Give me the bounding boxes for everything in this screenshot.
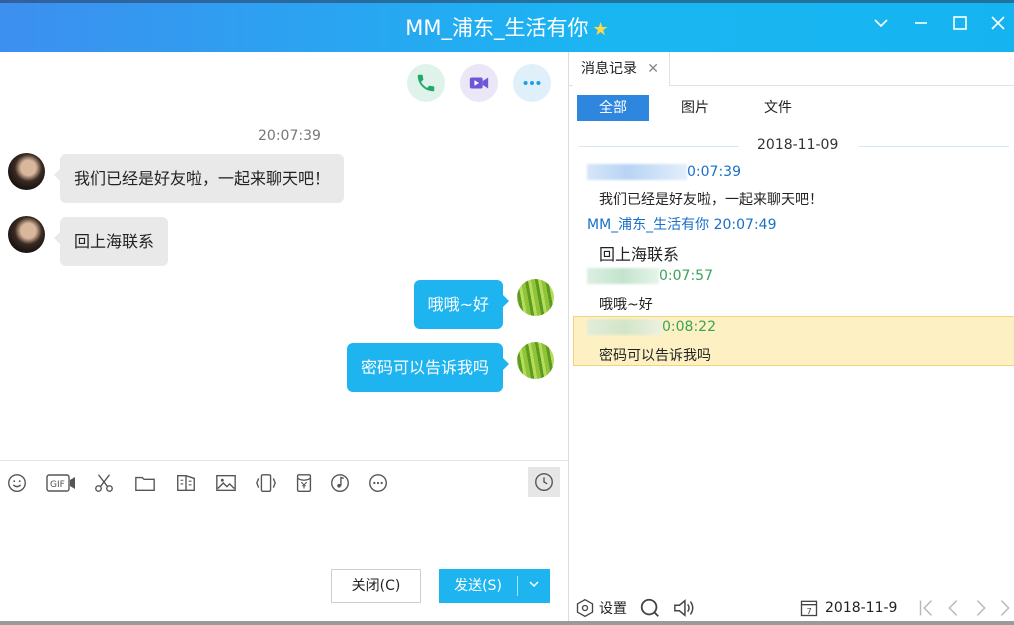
settings-icon [576,598,594,618]
gif-label: GIF [50,480,65,490]
doc-icon[interactable] [174,471,198,495]
close-chat-button[interactable]: 关闭(C) [331,569,421,603]
video-call-button[interactable] [460,64,498,102]
entry-time: 0:07:39 [687,164,741,180]
filter-files[interactable]: 文件 [750,95,806,121]
entry-text: 哦哦~好 [599,297,653,313]
prev-page-icon[interactable] [945,596,961,620]
entry-text: 回上海联系 [599,245,680,264]
more-icon [523,80,541,86]
self-avatar[interactable] [517,342,554,379]
chat-panel: 20:07:39 我们已经是好友啦，一起来聊天吧！ 回上海联系 哦哦~好 密码可… [0,52,568,625]
chevron-down-icon[interactable] [869,14,893,38]
settings-label: 设置 [599,601,627,617]
history-panel: 消息记录 ✕ 全部 图片 文件 2018-11-09 0:07:39 我们已经是… [568,52,1014,625]
entry-meta: 0:07:57 [587,268,713,284]
date-line-right [859,146,1009,147]
date-line-left [579,146,739,147]
message-input[interactable] [0,504,568,564]
current-date: 2018-11-9 [825,600,898,616]
settings-button[interactable]: 设置 [575,596,627,620]
scissors-icon[interactable] [92,471,116,495]
filter-all[interactable]: 全部 [577,95,649,121]
phone-call-button[interactable] [407,64,445,102]
shake-icon[interactable] [254,471,278,495]
calendar-day: 7 [807,606,812,616]
entry-meta: MM_浦东_生活有你 20:07:49 [587,217,777,233]
calendar-button[interactable]: 7 2018-11-9 [799,596,897,620]
emoji-icon[interactable] [5,471,29,495]
close-tab-icon[interactable]: ✕ [647,52,659,86]
redacted-name [587,268,659,284]
send-button[interactable]: 发送(S) [439,569,550,603]
entry-text: 密码可以告诉我吗 [599,348,711,364]
speaker-icon[interactable] [671,596,697,620]
entry-time: 0:07:57 [659,268,713,284]
tab-message-history[interactable]: 消息记录 ✕ [573,52,670,86]
outgoing-message: 哦哦~好 [413,280,510,329]
tab-label: 消息记录 [581,61,637,77]
clock-icon [535,473,553,491]
contact-avatar[interactable] [8,153,45,190]
window-title: MM_浦东_生活有你 ★ [0,12,1014,42]
message-history-button[interactable] [528,467,560,497]
phone-icon [417,74,435,92]
history-tab-bar: 消息记录 ✕ [569,52,1014,86]
minimize-button[interactable] [909,14,933,38]
input-toolbar: GIF [0,460,568,504]
entry-time: 0:08:22 [662,319,716,335]
entry-meta: 0:07:39 [587,164,741,180]
close-button[interactable] [986,14,1010,38]
incoming-message: 我们已经是好友啦，一起来聊天吧！ [53,154,345,203]
search-icon[interactable] [639,596,661,620]
send-options-chevron-icon[interactable] [518,569,550,603]
entry-meta: 0:08:22 [587,319,716,335]
more-tools-icon[interactable] [366,471,390,495]
music-icon[interactable] [328,471,352,495]
last-page-icon[interactable] [997,596,1013,620]
title-bar: MM_浦东_生活有你 ★ [0,0,1014,52]
video-icon [469,77,489,89]
incoming-message: 回上海联系 [53,217,169,266]
folder-icon[interactable] [133,471,157,495]
gif-icon[interactable]: GIF [46,471,76,495]
maximize-button[interactable] [948,14,972,38]
filter-images[interactable]: 图片 [667,95,723,121]
redpacket-icon[interactable] [292,471,316,495]
redacted-name [587,164,687,180]
star-icon: ★ [592,19,609,40]
next-page-icon[interactable] [973,596,989,620]
message-timestamp: 20:07:39 [258,128,321,144]
window-title-text: MM_浦东_生活有你 [405,16,589,40]
calendar-icon: 7 [800,600,818,617]
date-separator: 2018-11-09 [569,137,1014,155]
image-icon[interactable] [214,471,238,495]
date-label: 2018-11-09 [757,137,839,153]
contact-avatar[interactable] [8,216,45,253]
send-label: 发送(S) [454,578,502,594]
redacted-name [587,319,662,335]
more-options-button[interactable] [513,64,551,102]
self-avatar[interactable] [517,279,554,316]
top-strip [0,0,1014,3]
entry-text: 我们已经是好友啦，一起来聊天吧！ [599,192,823,208]
window-bottom-border [0,621,1014,625]
outgoing-message: 密码可以告诉我吗 [346,343,510,392]
first-page-icon[interactable] [917,596,935,620]
